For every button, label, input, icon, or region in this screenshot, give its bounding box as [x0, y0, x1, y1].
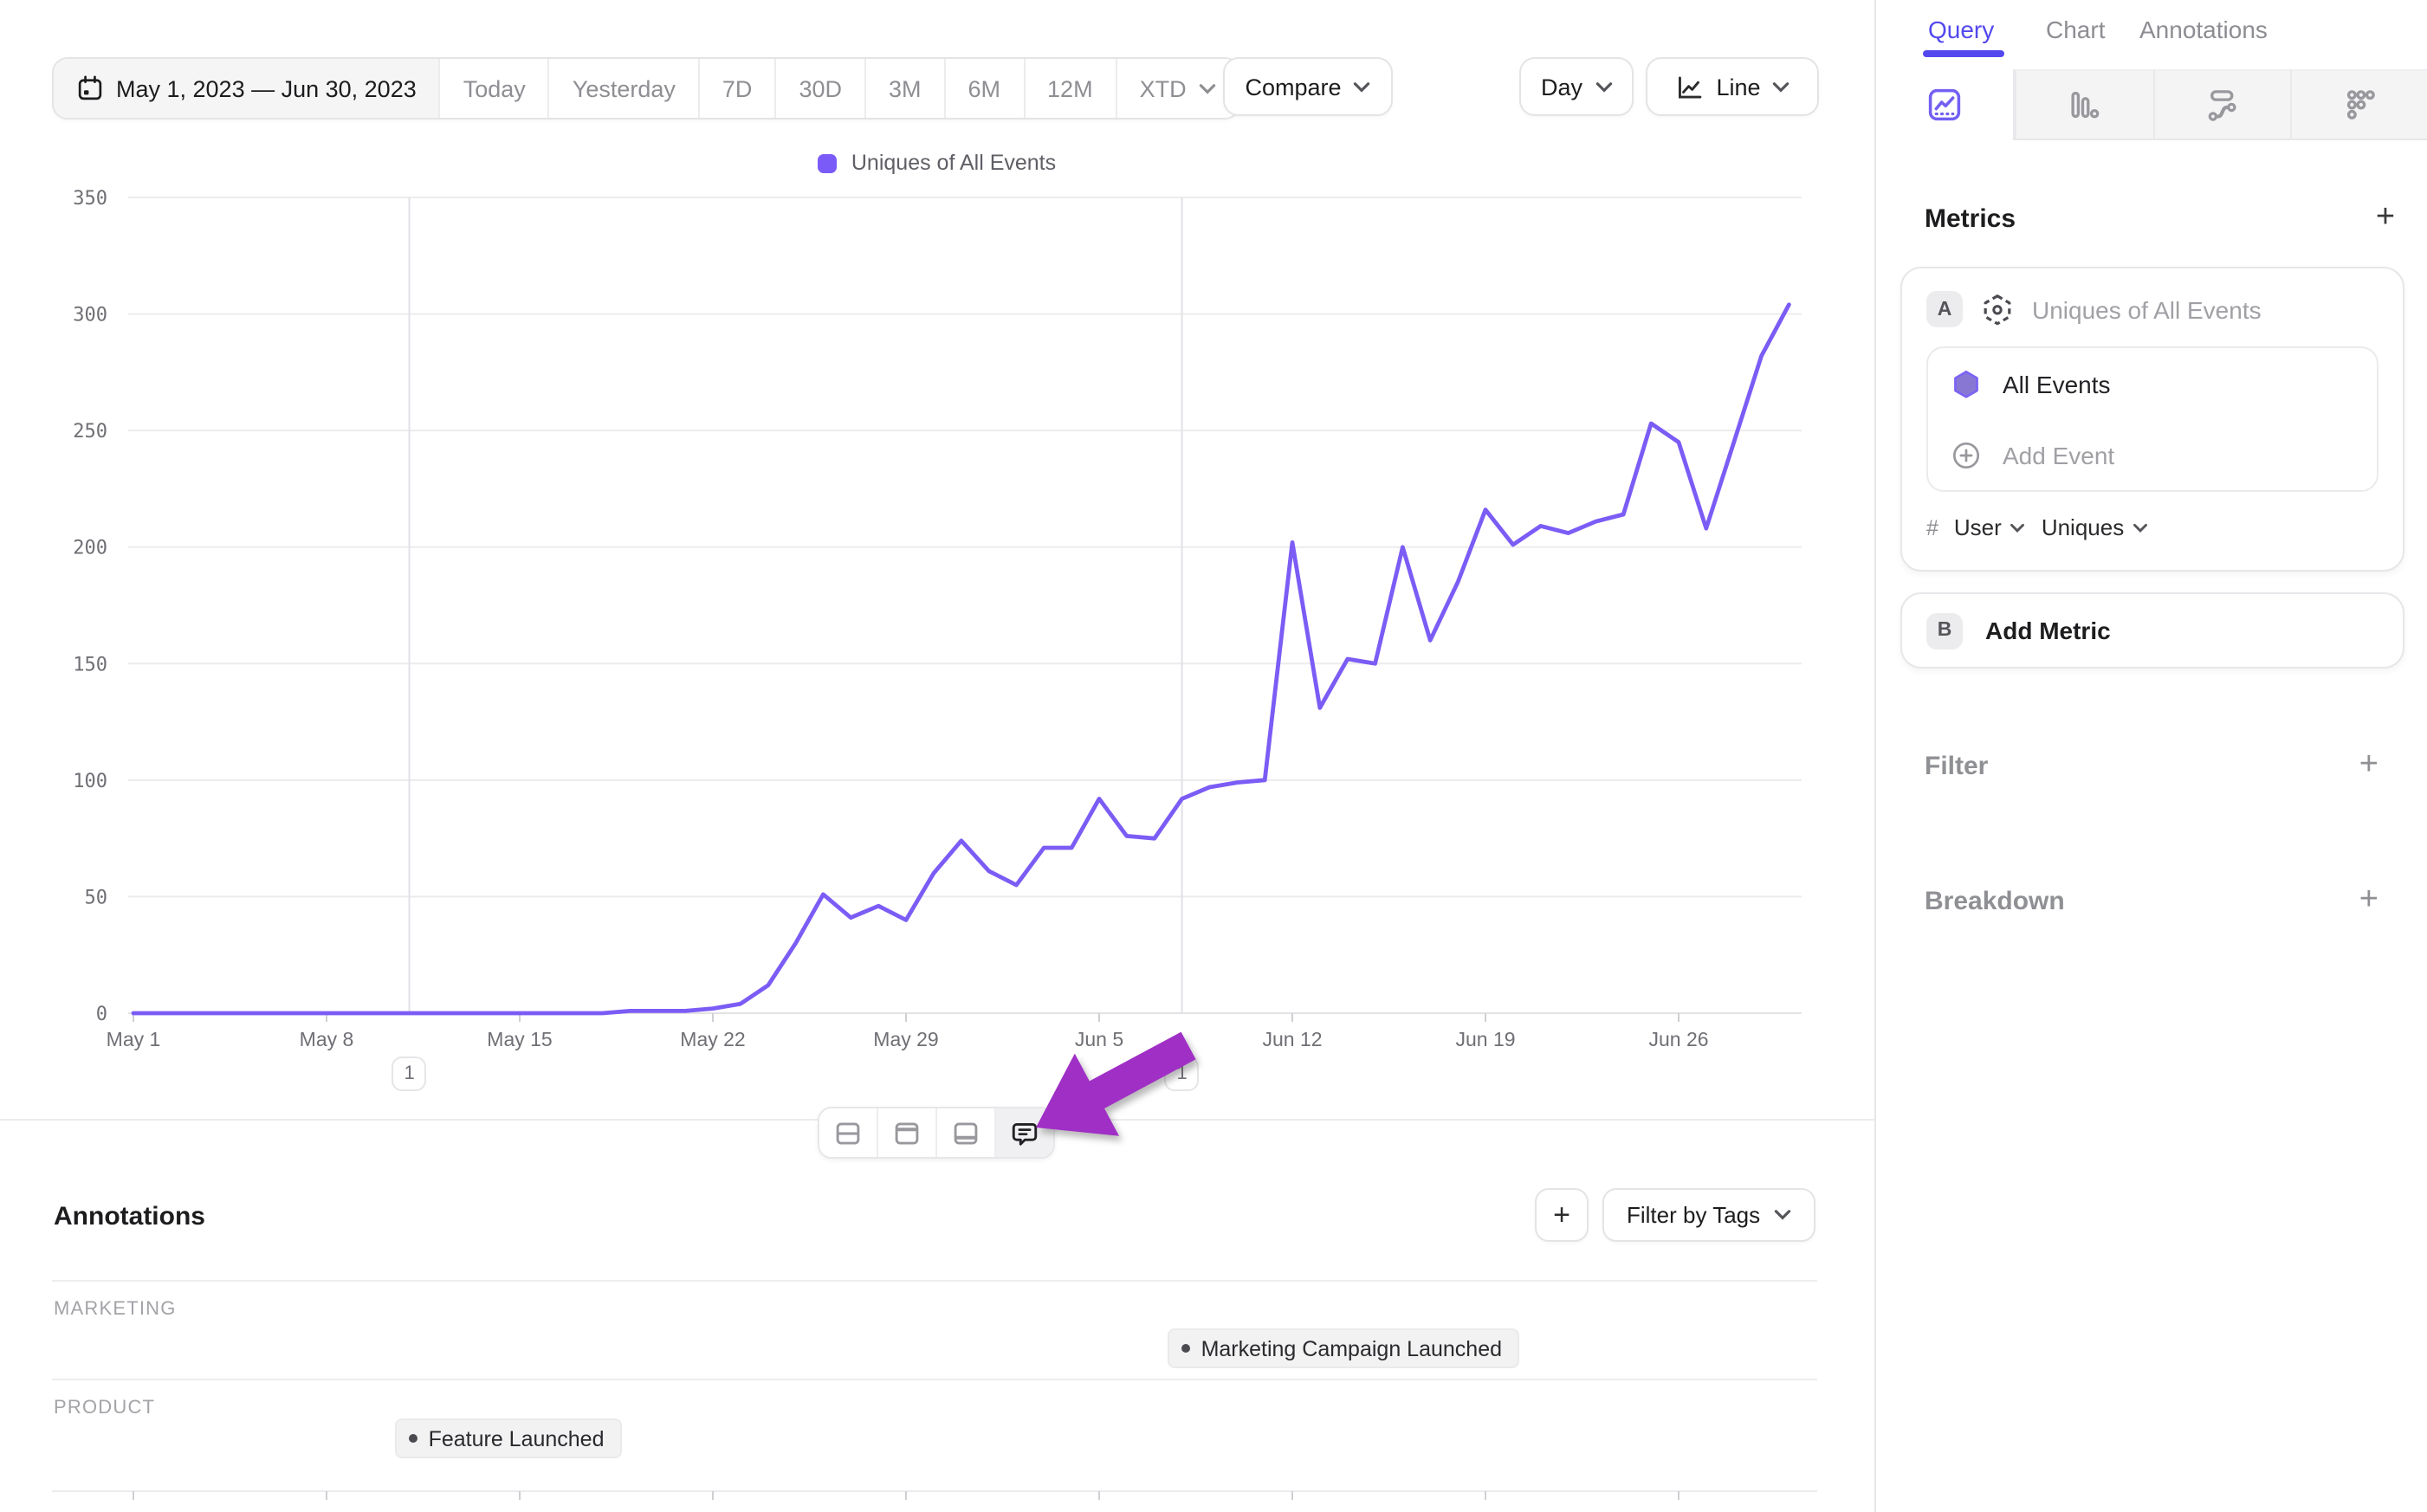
preset-30d[interactable]: 30D: [776, 59, 866, 118]
svg-text:0: 0: [96, 1004, 107, 1025]
query-builder-panel: Query Chart Annotations: [1874, 0, 2427, 1512]
svg-text:150: 150: [73, 654, 107, 675]
date-range-button[interactable]: May 1, 2023 — Jun 30, 2023: [54, 59, 441, 118]
tab-annotations[interactable]: Annotations: [2139, 16, 2268, 43]
preset-3m[interactable]: 3M: [866, 59, 946, 118]
events-list: All Events Add Event: [1926, 346, 2378, 492]
annotation-group-label: MARKETING: [54, 1299, 177, 1320]
svg-text:May 8: May 8: [300, 1028, 354, 1050]
metric-key-badge: B: [1926, 612, 1963, 649]
report-type-flows-tab[interactable]: [2152, 69, 2291, 140]
chevron-down-icon: [1773, 81, 1790, 93]
insights-report-page: 0 50 100 150 200 250 300 350 May 1 May 8 May 15 May…: [0, 0, 2427, 1512]
svg-text:Jun 26: Jun 26: [1648, 1028, 1708, 1050]
insights-line-chart-icon: [1926, 87, 1963, 123]
calendar-icon: [76, 74, 104, 102]
add-event-row[interactable]: Add Event: [1928, 419, 2377, 490]
metrics-title: Metrics: [1925, 204, 2016, 234]
chevron-down-icon: [1774, 1209, 1791, 1221]
entity-dropdown[interactable]: User: [1954, 514, 2026, 540]
add-metric-plus-button[interactable]: +: [2361, 194, 2410, 242]
filter-section: Filter +: [1925, 746, 2378, 785]
layout-split-button[interactable]: [819, 1108, 878, 1157]
preset-12m[interactable]: 12M: [1025, 59, 1117, 118]
preset-xtd[interactable]: XTD: [1117, 59, 1239, 118]
svg-text:300: 300: [73, 305, 107, 326]
active-tab-underline: [1923, 50, 2004, 56]
metric-name: Uniques of All Events: [2032, 295, 2262, 323]
count-symbol: #: [1926, 515, 1938, 540]
event-hexagon-icon: [1980, 292, 2015, 326]
layout-split-icon: [833, 1118, 863, 1147]
event-row-all-events[interactable]: All Events: [1928, 348, 2377, 419]
svg-text:50: 50: [85, 887, 108, 908]
svg-text:100: 100: [73, 771, 107, 792]
preset-6m[interactable]: 6M: [946, 59, 1026, 118]
pointer-arrow: [935, 996, 1230, 1169]
annotation-pill[interactable]: Marketing Campaign Launched: [1168, 1328, 1519, 1368]
line-chart-icon: [1674, 72, 1704, 101]
annotation-pill[interactable]: Feature Launched: [396, 1418, 622, 1458]
add-event-plus-icon: [1951, 439, 1982, 470]
aggregation-row: # User Uniques: [1926, 514, 2378, 540]
add-metric-card[interactable]: B Add Metric: [1900, 592, 2404, 669]
legend-label: Uniques of All Events: [851, 151, 1056, 175]
svg-text:Jun 19: Jun 19: [1455, 1028, 1515, 1050]
chevron-down-icon: [1595, 81, 1612, 93]
date-range-control: May 1, 2023 — Jun 30, 2023 Today Yesterd…: [52, 57, 1240, 120]
chevron-down-icon: [1199, 82, 1216, 94]
line-chart-canvas: 0 50 100 150 200 250 300 350 May 1 May 8 May 15 May…: [0, 0, 1874, 1512]
annotation-dot-icon: [410, 1434, 418, 1443]
metric-a-header[interactable]: A Uniques of All Events: [1902, 268, 2403, 346]
layout-top-panel-icon: [892, 1118, 922, 1147]
legend-swatch: [819, 153, 838, 172]
aggregation-dropdown[interactable]: Uniques: [2042, 514, 2148, 540]
chevron-down-icon: [2133, 522, 2148, 533]
preset-yesterday[interactable]: Yesterday: [550, 59, 700, 118]
add-breakdown-button[interactable]: +: [2359, 882, 2378, 920]
svg-text:250: 250: [73, 421, 107, 443]
report-type-funnels-tab[interactable]: [2015, 69, 2153, 140]
layout-top-panel-button[interactable]: [878, 1108, 937, 1157]
annotations-title: Annotations: [54, 1202, 205, 1231]
all-events-hexagon-icon: [1951, 368, 1982, 399]
tab-query[interactable]: Query: [1928, 16, 1994, 43]
compare-button[interactable]: Compare: [1223, 57, 1393, 116]
svg-text:May 1: May 1: [107, 1028, 161, 1050]
breakdown-section: Breakdown +: [1925, 882, 2378, 920]
granularity-button[interactable]: Day: [1519, 57, 1634, 116]
annotation-count-badge[interactable]: 1: [392, 1056, 427, 1091]
funnels-bar-icon: [2066, 87, 2102, 123]
preset-7d[interactable]: 7D: [700, 59, 777, 118]
svg-text:May 29: May 29: [873, 1028, 938, 1050]
filter-by-tags-button[interactable]: Filter by Tags: [1602, 1188, 1815, 1242]
add-filter-button[interactable]: +: [2359, 746, 2378, 785]
chart-type-button[interactable]: Line: [1646, 57, 1819, 116]
metric-a-card: A Uniques of All Events All Events: [1900, 267, 2404, 572]
svg-text:200: 200: [73, 538, 107, 559]
add-annotation-button[interactable]: +: [1535, 1188, 1589, 1242]
preset-today[interactable]: Today: [441, 59, 550, 118]
svg-text:Jun 12: Jun 12: [1262, 1028, 1322, 1050]
annotation-group-label: PRODUCT: [54, 1398, 155, 1418]
chart-legend: Uniques of All Events: [0, 151, 1874, 175]
flows-icon: [2204, 87, 2241, 123]
svg-text:May 22: May 22: [680, 1028, 745, 1050]
chevron-down-icon: [1354, 81, 1371, 93]
date-range-label: May 1, 2023 — Jun 30, 2023: [116, 75, 417, 101]
group-divider: [52, 1379, 1817, 1380]
annotation-dot-icon: [1182, 1344, 1191, 1353]
chevron-down-icon: [2010, 522, 2026, 533]
svg-text:350: 350: [73, 188, 107, 210]
group-divider: [52, 1280, 1817, 1282]
svg-text:May 15: May 15: [487, 1028, 552, 1050]
metric-key-badge: A: [1926, 291, 1963, 327]
report-type-tabs: [1876, 69, 2427, 140]
tab-chart[interactable]: Chart: [2046, 16, 2105, 43]
report-type-insights-tab[interactable]: [1876, 69, 2015, 140]
retention-grid-icon: [2342, 87, 2378, 123]
report-type-retention-tab[interactable]: [2291, 69, 2427, 140]
